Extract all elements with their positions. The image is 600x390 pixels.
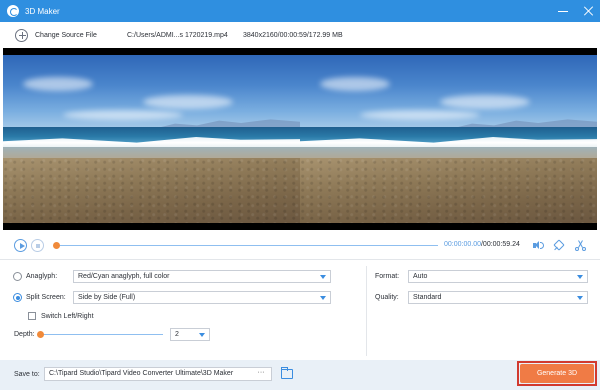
- chevron-down-icon: [320, 275, 326, 279]
- split-screen-select-value: Side by Side (Full): [78, 294, 136, 301]
- anaglyph-select-value: Red/Cyan anaglyph, full color: [78, 273, 170, 280]
- scissors-icon[interactable]: [575, 240, 587, 252]
- window-controls: [558, 0, 594, 22]
- depth-select[interactable]: 2: [170, 328, 210, 341]
- preview-right-eye: [300, 55, 597, 223]
- divider: [0, 259, 600, 260]
- window-title: 3D Maker: [25, 6, 60, 16]
- save-to-label: Save to:: [14, 371, 40, 378]
- video-preview: [3, 48, 597, 230]
- progress-track[interactable]: [53, 242, 438, 249]
- depth-slider[interactable]: [37, 331, 163, 338]
- title-bar: 3D Maker: [0, 0, 600, 22]
- add-source-icon[interactable]: [15, 28, 28, 42]
- chevron-down-icon: [320, 296, 326, 300]
- generate-3d-button[interactable]: Generate 3D: [520, 364, 594, 383]
- split-screen-label: Split Screen:: [26, 294, 66, 301]
- save-path-value: C:\Tipard Studio\Tipard Video Converter …: [49, 370, 234, 377]
- anaglyph-label: Anaglyph:: [26, 273, 58, 280]
- preview-left-eye: [3, 55, 300, 223]
- pin-icon[interactable]: [553, 240, 565, 252]
- player-controls: 00:00:00.00/00:00:59.24: [0, 236, 600, 256]
- folder-icon[interactable]: [281, 367, 293, 379]
- settings-divider: [366, 266, 367, 356]
- source-file-path: C:/Users/ADMI...s 1720219.mp4: [127, 31, 228, 39]
- chevron-down-icon: [577, 275, 583, 279]
- format-select[interactable]: Auto: [408, 270, 588, 283]
- change-source-button[interactable]: Change Source File: [35, 32, 97, 39]
- quality-select[interactable]: Standard: [408, 291, 588, 304]
- depth-label: Depth:: [14, 331, 35, 338]
- format-select-value: Auto: [413, 273, 428, 280]
- switch-left-right-checkbox[interactable]: [28, 312, 36, 320]
- minimize-icon[interactable]: [558, 6, 568, 16]
- anaglyph-radio[interactable]: [13, 272, 22, 281]
- play-icon[interactable]: [14, 239, 27, 252]
- source-file-info: 3840x2160/00:00:59/172.99 MB: [243, 31, 343, 39]
- time-display: 00:00:00.00/00:00:59.24: [444, 241, 520, 248]
- switch-left-right-label: Switch Left/Right: [41, 313, 94, 320]
- source-file-row: Change Source File C:/Users/ADMI...s 172…: [0, 22, 600, 48]
- depth-select-value: 2: [175, 331, 179, 338]
- format-label: Format:: [375, 273, 400, 280]
- volume-icon[interactable]: [532, 240, 544, 252]
- total-time: /00:00:59.24: [480, 241, 520, 248]
- stop-icon[interactable]: [31, 239, 44, 252]
- save-path-input[interactable]: C:\Tipard Studio\Tipard Video Converter …: [44, 367, 272, 381]
- browse-button[interactable]: ···: [251, 368, 271, 380]
- current-time: 00:00:00.00: [444, 241, 481, 248]
- progress-knob[interactable]: [53, 242, 60, 249]
- split-screen-select[interactable]: Side by Side (Full): [73, 291, 331, 304]
- save-bar: Save to: C:\Tipard Studio\Tipard Video C…: [0, 360, 600, 390]
- chevron-down-icon: [199, 333, 205, 337]
- anaglyph-select[interactable]: Red/Cyan anaglyph, full color: [73, 270, 331, 283]
- quality-label: Quality:: [375, 294, 399, 301]
- quality-select-value: Standard: [413, 294, 442, 301]
- app-logo-icon: [7, 5, 19, 17]
- depth-slider-knob[interactable]: [37, 331, 44, 338]
- close-icon[interactable]: [584, 6, 594, 16]
- split-screen-radio[interactable]: [13, 293, 22, 302]
- chevron-down-icon: [577, 296, 583, 300]
